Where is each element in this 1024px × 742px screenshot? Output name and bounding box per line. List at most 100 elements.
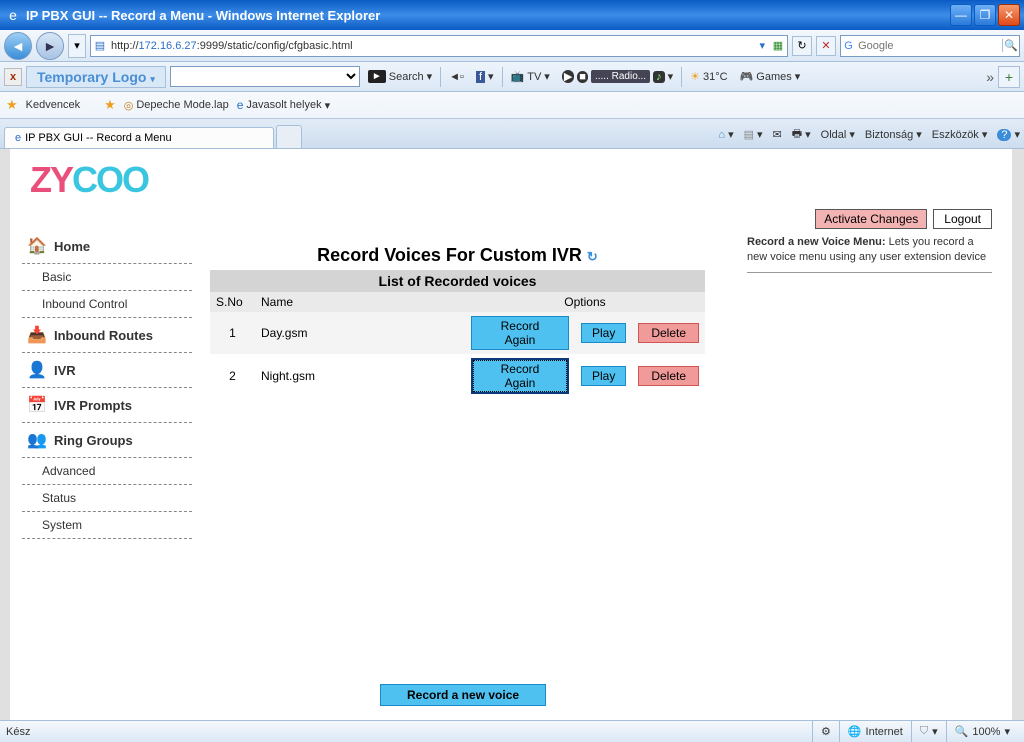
temporary-logo[interactable]: Temporary Logo ▾ [26, 66, 166, 88]
logout-button[interactable]: Logout [933, 209, 992, 229]
address-dropdown-icon[interactable]: ▾ [755, 39, 769, 52]
google-icon: G [841, 40, 856, 52]
sidebar-item-ring-groups[interactable]: 👥Ring Groups [22, 423, 192, 458]
routes-icon: 📥 [26, 324, 48, 346]
ie-icon: e [4, 6, 22, 24]
sidebar-item-advanced[interactable]: Advanced [22, 458, 192, 485]
sidebar-item-status[interactable]: Status [22, 485, 192, 512]
toolbar-close-button[interactable]: x [4, 68, 22, 86]
status-bar: Kész ⚙ 🌐Internet ⛉▾ 🔍 100% ▾ [0, 720, 1024, 742]
search-input[interactable] [856, 40, 1002, 52]
search-box[interactable]: G 🔍 [840, 35, 1020, 57]
table-subhead: List of Recorded voices [210, 270, 705, 292]
prompts-icon: 📅 [26, 394, 48, 416]
fav-item-suggested[interactable]: eJavasolt helyek ▾ [237, 98, 330, 112]
stop-button[interactable]: ✕ [816, 36, 836, 56]
table-row: 2 Night.gsm Record Again Play Delete [210, 354, 705, 398]
new-tab-button[interactable] [276, 125, 302, 148]
cell-name: Night.gsm [255, 354, 465, 398]
home-menu[interactable]: ⌂▾ [718, 128, 733, 141]
page-icon: ▤ [91, 39, 109, 52]
favorites-star-icon[interactable]: ★ [6, 97, 18, 113]
col-sno: S.No [210, 292, 255, 312]
mail-menu[interactable]: ✉ [773, 128, 782, 141]
status-ready: Kész [6, 721, 812, 742]
sidebar: 🏠Home Basic Inbound Control 📥Inbound Rou… [22, 229, 192, 539]
delete-button[interactable]: Delete [638, 323, 699, 343]
nav-toolbar: ◄ ► ▾ ▤ http://172.16.6.27:9999/static/c… [0, 30, 1024, 62]
sidebar-item-system[interactable]: System [22, 512, 192, 539]
toolbar-more-icon[interactable]: » [986, 69, 994, 85]
fav-item-dm[interactable]: ◎Depeche Mode.lap [124, 99, 229, 112]
toolbar-left[interactable]: ◄▫ [445, 71, 468, 83]
toolbar-weather[interactable]: ☀31°C [686, 70, 731, 83]
sidebar-item-inbound-control[interactable]: Inbound Control [22, 291, 192, 318]
compat-icon[interactable]: ▦ [769, 39, 787, 52]
security-menu[interactable]: Biztonság ▾ [865, 128, 922, 141]
table-container: Record Voices For Custom IVR ↻ List of R… [210, 227, 705, 398]
forward-button[interactable]: ► [36, 32, 64, 60]
toolbar-search[interactable]: ►Search ▾ [364, 70, 436, 83]
sidebar-item-ivr[interactable]: 👤IVR [22, 353, 192, 388]
tab-active[interactable]: e IP PBX GUI -- Record a Menu [4, 127, 274, 148]
cell-sno: 1 [210, 312, 255, 354]
status-internet[interactable]: 🌐Internet [839, 721, 911, 742]
fav-item-bookmark[interactable]: ★ [104, 97, 116, 113]
help-menu[interactable]: ?▾ [997, 128, 1020, 141]
extension-toolbar: x Temporary Logo ▾ ►Search ▾ ◄▫ f▾ 📺TV ▾… [0, 62, 1024, 92]
record-again-button[interactable]: Record Again [471, 316, 569, 350]
ivr-icon: 👤 [26, 359, 48, 381]
divider [747, 272, 992, 273]
activate-changes-button[interactable]: Activate Changes [815, 209, 927, 229]
favorites-label: Kedvencek [26, 99, 80, 111]
status-protected-mode[interactable]: ⛉▾ [911, 721, 946, 742]
status-zoom[interactable]: 🔍 100% ▾ [946, 721, 1018, 742]
refresh-button[interactable]: ↻ [792, 36, 812, 56]
sidebar-item-home[interactable]: 🏠Home [22, 229, 192, 264]
close-button[interactable]: ✕ [998, 4, 1020, 26]
toolbar-games[interactable]: 🎮Games ▾ [736, 70, 805, 83]
main-panel: ZYCOO 🏠Home Basic Inbound Control 📥Inbou… [10, 149, 1012, 720]
print-menu[interactable]: 🖶▾ [792, 125, 811, 144]
brand-logo: ZYCOO [10, 149, 1012, 209]
tab-title: IP PBX GUI -- Record a Menu [25, 132, 172, 144]
refresh-icon[interactable]: ↻ [587, 249, 598, 264]
address-text[interactable]: http://172.16.6.27:9999/static/config/cf… [109, 40, 755, 52]
record-new-container: Record a new voice [380, 684, 546, 706]
record-again-button[interactable]: Record Again [471, 358, 569, 394]
toolbar-radio[interactable]: ▶■..... Radio...♪▾ [558, 70, 677, 83]
sidebar-item-ivr-prompts[interactable]: 📅IVR Prompts [22, 388, 192, 423]
home-icon: 🏠 [26, 235, 48, 257]
minimize-button[interactable]: — [950, 4, 972, 26]
feeds-menu[interactable]: ▤▾ [744, 128, 763, 141]
sidebar-item-basic[interactable]: Basic [22, 264, 192, 291]
play-button[interactable]: Play [581, 323, 626, 343]
right-scrollbar[interactable] [1012, 149, 1024, 720]
toolbar-select[interactable] [170, 66, 360, 87]
play-button[interactable]: Play [581, 366, 626, 386]
back-button[interactable]: ◄ [4, 32, 32, 60]
address-bar[interactable]: ▤ http://172.16.6.27:9999/static/config/… [90, 35, 788, 57]
col-options: Options [465, 292, 705, 312]
toolbar-fb[interactable]: f▾ [472, 70, 498, 83]
sidebar-item-inbound-routes[interactable]: 📥Inbound Routes [22, 318, 192, 353]
favorites-bar: ★ Kedvencek ★ ◎Depeche Mode.lap eJavasol… [0, 92, 1024, 119]
tools-menu[interactable]: Eszközök ▾ [932, 128, 988, 141]
record-new-button[interactable]: Record a new voice [380, 684, 546, 706]
tabs-bar: e IP PBX GUI -- Record a Menu ⌂▾ ▤▾ ✉ 🖶▾… [0, 119, 1024, 149]
voices-table: S.No Name Options 1 Day.gsm Record Again… [210, 292, 705, 398]
search-button[interactable]: 🔍 [1002, 39, 1019, 52]
page-title: Record Voices For Custom IVR ↻ [210, 227, 705, 266]
toolbar-tv[interactable]: 📺TV ▾ [507, 70, 554, 83]
cell-name: Day.gsm [255, 312, 465, 354]
delete-button[interactable]: Delete [638, 366, 699, 386]
page-menu[interactable]: Oldal ▾ [821, 128, 855, 141]
nav-history-dropdown[interactable]: ▾ [68, 34, 86, 58]
left-gutter [0, 149, 10, 720]
cell-sno: 2 [210, 354, 255, 398]
right-panel: Activate Changes Logout Record a new Voi… [747, 209, 992, 273]
col-name: Name [255, 292, 465, 312]
status-icon-1[interactable]: ⚙ [812, 721, 839, 742]
toolbar-add-button[interactable]: + [998, 66, 1020, 88]
maximize-button[interactable]: ❐ [974, 4, 996, 26]
